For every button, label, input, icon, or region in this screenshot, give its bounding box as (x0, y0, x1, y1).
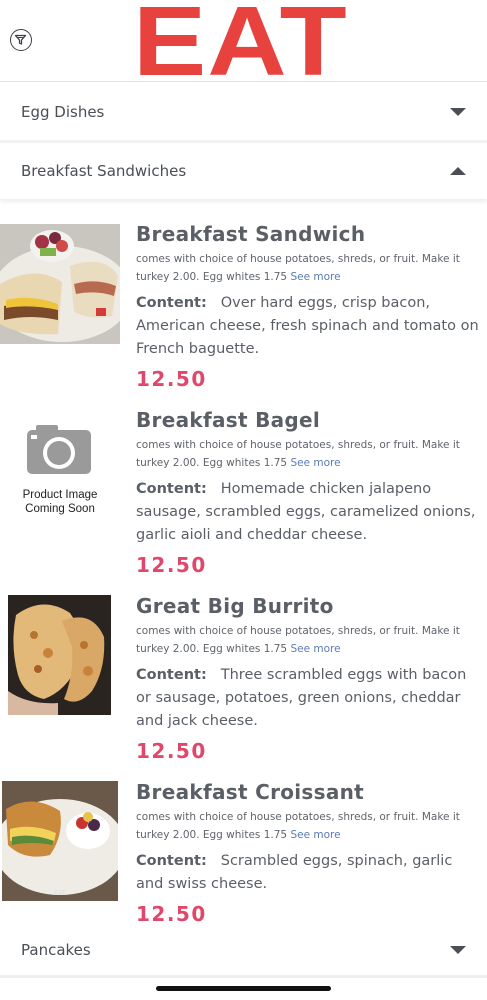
logo: EAT (133, 0, 348, 96)
content-label: Content: (136, 667, 207, 683)
item-photo (0, 224, 120, 344)
category-breakfast-sandwiches[interactable]: Breakfast Sandwiches (0, 143, 487, 199)
see-more-link[interactable]: See more (290, 643, 340, 655)
photo-watermark: EAT (54, 891, 66, 897)
see-more-link[interactable]: See more (290, 457, 340, 469)
item-name: Breakfast Sandwich (136, 222, 366, 246)
item-name: Breakfast Bagel (136, 408, 321, 432)
category-label: Pancakes (21, 940, 91, 959)
item-price: 12.50 (136, 367, 207, 391)
item-description: comes with choice of house potatoes, shr… (136, 808, 481, 844)
placeholder-line-1: Product Image (22, 489, 98, 501)
content-label: Content: (136, 295, 207, 311)
item-content: Content: Three scrambled eggs with bacon … (136, 664, 481, 733)
item-name: Breakfast Croissant (136, 780, 365, 804)
category-egg-dishes[interactable]: Egg Dishes (0, 84, 487, 140)
home-indicator[interactable] (156, 986, 331, 991)
item-photo (8, 595, 111, 715)
see-more-link[interactable]: See more (290, 271, 340, 283)
item-content: Content: Scrambled eggs, spinach, garlic … (136, 850, 481, 896)
item-description: comes with choice of house potatoes, shr… (136, 250, 481, 286)
see-more-link[interactable]: See more (290, 829, 340, 841)
item-name: Great Big Burrito (136, 594, 334, 618)
item-price: 12.50 (136, 739, 207, 763)
placeholder-text: Product Image Coming Soon (0, 488, 120, 516)
item-description: comes with choice of house potatoes, shr… (136, 622, 481, 658)
header-divider (0, 81, 487, 82)
item-photo-placeholder: Product Image Coming Soon (0, 408, 120, 528)
item-price: 12.50 (136, 902, 207, 926)
content-label: Content: (136, 481, 207, 497)
placeholder-line-2: Coming Soon (25, 503, 95, 515)
chevron-up-icon (450, 167, 466, 175)
menu-screen: EAT Egg Dishes Breakfast Sandwiches Brea… (0, 0, 487, 1000)
filter-icon[interactable] (10, 29, 32, 51)
item-description: comes with choice of house potatoes, shr… (136, 436, 481, 472)
chevron-down-icon (450, 108, 466, 116)
content-label: Content: (136, 853, 207, 869)
item-content: Content: Homemade chicken jalapeno sausag… (136, 478, 481, 547)
item-price: 12.50 (136, 553, 207, 577)
item-content: Content: Over hard eggs, crisp bacon, Ame… (136, 292, 481, 361)
category-label: Egg Dishes (21, 103, 105, 121)
header: EAT (0, 0, 487, 90)
category-pancakes[interactable]: Pancakes (0, 924, 487, 978)
item-photo: EAT (2, 781, 118, 901)
chevron-down-icon (450, 945, 466, 954)
category-label: Breakfast Sandwiches (21, 162, 187, 180)
